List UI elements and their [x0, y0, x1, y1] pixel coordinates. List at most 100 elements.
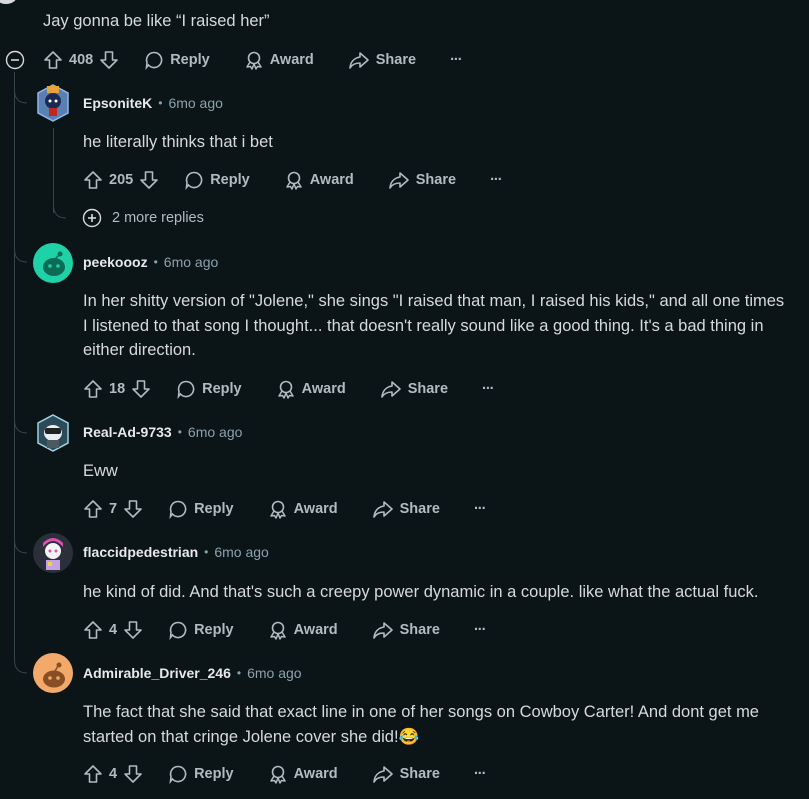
separator-dot: •	[158, 96, 163, 110]
award-button[interactable]: Award	[268, 620, 338, 640]
more-replies-label: 2 more replies	[112, 210, 204, 226]
award-label: Award	[293, 501, 338, 517]
reply-button[interactable]: Reply	[168, 499, 234, 519]
reply-icon	[145, 51, 163, 70]
share-button[interactable]: Share	[348, 50, 416, 70]
avatar[interactable]	[33, 83, 73, 123]
reply-button[interactable]: Reply	[144, 50, 210, 70]
more-options-button[interactable]: ···	[482, 381, 494, 397]
avatar[interactable]	[33, 243, 73, 283]
award-icon	[269, 765, 286, 784]
separator-dot: •	[236, 666, 242, 680]
more-options-icon: ···	[473, 622, 486, 638]
author-name[interactable]: EpsoniteK	[83, 95, 152, 111]
vote-group: 205	[83, 170, 159, 190]
reply-label: Reply	[170, 52, 210, 68]
upvote-icon[interactable]	[83, 499, 103, 519]
connector-1	[14, 89, 28, 104]
award-button[interactable]: Award	[268, 499, 338, 519]
share-label: Share	[415, 172, 457, 188]
snoo-avatar-icon	[37, 414, 69, 452]
upvote-icon[interactable]	[83, 620, 103, 640]
connector-5	[14, 659, 28, 674]
comment-meta: flaccidpedestrian • 6mo ago	[83, 544, 269, 560]
reply-icon	[177, 380, 195, 399]
snoo-avatar-icon	[43, 251, 65, 276]
vote-count: 205	[109, 172, 134, 188]
reply-button[interactable]: Reply	[176, 379, 242, 399]
more-options-button[interactable]: ···	[490, 172, 502, 188]
more-options-button[interactable]: ···	[474, 622, 486, 638]
downvote-icon[interactable]	[123, 764, 143, 784]
thread-line-main	[14, 72, 15, 660]
upvote-icon[interactable]	[83, 764, 103, 784]
vote-count: 408	[69, 52, 94, 68]
share-label: Share	[399, 622, 440, 638]
avatar[interactable]	[33, 653, 73, 693]
reply-button[interactable]: Reply	[168, 620, 234, 640]
comment-actions: 4 Reply Award Share ···	[83, 762, 486, 786]
reply-icon	[185, 171, 203, 190]
author-name[interactable]: Real-Ad-9733	[83, 424, 172, 440]
more-replies-button[interactable]: 2 more replies	[82, 208, 204, 228]
author-name[interactable]: peekoooz	[83, 254, 148, 270]
connector-3	[14, 419, 28, 434]
award-button[interactable]: Award	[244, 50, 314, 70]
downvote-icon[interactable]	[123, 499, 143, 519]
separator-dot: •	[153, 255, 158, 269]
share-button[interactable]: Share	[388, 170, 456, 190]
more-options-button[interactable]: ···	[474, 501, 486, 517]
reply-label: Reply	[194, 766, 234, 782]
comment-text-line: The fact that she said that exact line i…	[83, 703, 759, 721]
downvote-icon[interactable]	[99, 50, 119, 70]
share-button[interactable]: Share	[372, 499, 440, 519]
more-options-button[interactable]: ···	[450, 52, 462, 68]
reply-button[interactable]: Reply	[184, 170, 250, 190]
comment-actions: 205 Reply Award Share ···	[83, 168, 503, 192]
reply-label: Reply	[210, 172, 250, 188]
author-name[interactable]: Admirable_Driver_246	[83, 665, 231, 681]
upvote-icon[interactable]	[43, 50, 63, 70]
share-label: Share	[399, 766, 440, 782]
comment-actions: 18 Reply Award Share ···	[83, 377, 494, 401]
separator-dot: •	[204, 545, 209, 559]
share-label: Share	[407, 381, 449, 397]
downvote-icon[interactable]	[139, 170, 159, 190]
more-options-button[interactable]: ···	[474, 766, 486, 782]
vote-group: 7	[83, 499, 143, 519]
upvote-icon[interactable]	[83, 170, 103, 190]
vote-group: 408	[43, 50, 119, 70]
upvote-icon[interactable]	[83, 379, 103, 399]
vote-count: 18	[109, 381, 126, 397]
share-button[interactable]: Share	[380, 379, 448, 399]
vote-count: 4	[109, 766, 118, 782]
share-icon	[388, 172, 409, 189]
author-name[interactable]: flaccidpedestrian	[83, 544, 198, 560]
comment-meta: Real-Ad-9733 • 6mo ago	[83, 424, 242, 440]
collapse-button[interactable]	[5, 50, 25, 70]
reply-button[interactable]: Reply	[168, 764, 234, 784]
more-options-icon: ···	[490, 172, 502, 188]
vote-group: 4	[83, 764, 143, 784]
more-options-icon: ···	[450, 52, 462, 68]
award-icon	[285, 171, 302, 190]
share-button[interactable]: Share	[372, 764, 440, 784]
avatar[interactable]	[33, 413, 73, 453]
comment-actions: 7 Reply Award Share ···	[83, 497, 486, 521]
downvote-icon[interactable]	[131, 379, 151, 399]
share-label: Share	[375, 52, 417, 68]
comment-meta: Admirable_Driver_246 • 6mo ago	[83, 665, 302, 681]
snoo-avatar-icon	[43, 662, 65, 688]
share-button[interactable]: Share	[372, 620, 440, 640]
more-options-icon: ···	[473, 501, 486, 517]
award-button[interactable]: Award	[284, 170, 354, 190]
award-label: Award	[293, 766, 338, 782]
avatar[interactable]	[33, 533, 73, 573]
award-button[interactable]: Award	[268, 764, 338, 784]
downvote-icon[interactable]	[123, 620, 143, 640]
connector-4	[14, 539, 28, 554]
share-icon	[372, 622, 393, 639]
award-button[interactable]: Award	[276, 379, 346, 399]
share-icon	[348, 52, 369, 69]
comment-text: he literally thinks that i bet	[83, 133, 273, 151]
